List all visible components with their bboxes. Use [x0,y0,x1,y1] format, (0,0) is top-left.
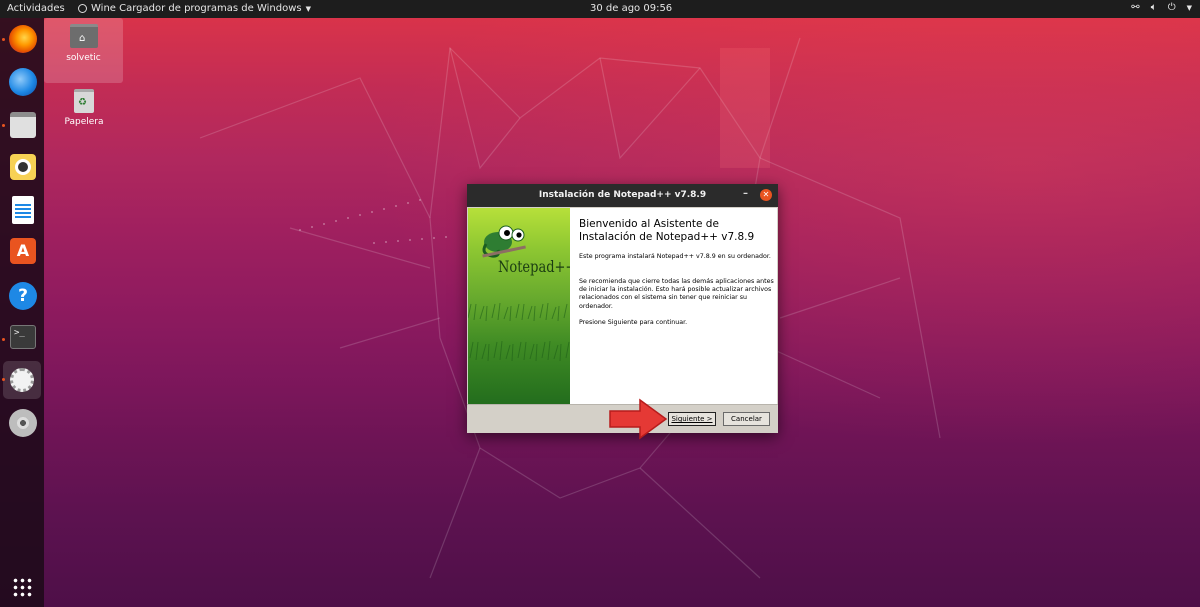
cancel-button[interactable]: Cancelar [723,412,770,426]
home-folder-icon: ⌂ [70,24,98,48]
files-icon[interactable] [10,112,36,138]
trash-desktop-icon[interactable]: ♻ Papelera [55,86,113,132]
running-indicator [2,378,5,381]
activities-button[interactable]: Actividades [7,3,65,14]
dock: A ? >_ [0,18,44,607]
home-folder-desktop-icon[interactable]: ⌂ solvetic [44,18,123,83]
grass-pattern [468,225,570,362]
trash-label: Papelera [64,117,104,127]
volume-icon[interactable]: 🔈︎ [1151,2,1157,13]
running-indicator [2,338,5,341]
software-icon[interactable]: A [10,238,36,264]
welcome-heading: Bienvenido al Asistente de Instalación d… [579,218,755,243]
terminal-icon[interactable]: >_ [10,325,36,349]
close-button[interactable]: ✕ [760,189,772,201]
top-bar: Actividades Wine Cargador de programas d… [0,0,1200,18]
next-button-label: Siguiente > [671,415,713,423]
gear-icon [78,4,87,13]
thunderbird-icon[interactable] [9,68,37,96]
installer-banner: Notepad++ [468,208,570,404]
trash-icon: ♻ [74,89,94,113]
recommendation-text: Se recomienda que cierre todas las demás… [579,278,774,310]
app-menu[interactable]: Wine Cargador de programas de Windows ▼ [78,3,311,14]
chevron-down-icon: ▼ [305,4,311,13]
disc-icon[interactable] [9,409,37,437]
home-folder-label: solvetic [66,53,101,63]
continue-text: Presione Siguiente para continuar. [579,319,688,326]
running-indicator [2,38,5,41]
dialog-title: Instalación de Notepad++ v7.8.9 [538,190,707,200]
annotation-arrow [609,398,668,440]
wine-dock-item[interactable] [3,361,41,399]
system-tray[interactable]: ⚯ 🔈︎ ⏻ ▼ [1131,2,1192,13]
running-indicator [2,124,5,127]
help-icon[interactable]: ? [9,282,37,310]
minimize-button[interactable]: – [743,188,748,199]
app-menu-label: Wine Cargador de programas de Windows [91,3,302,14]
power-icon[interactable]: ⏻ [1168,2,1176,13]
network-icon[interactable]: ⚯ [1131,2,1139,13]
intro-text: Este programa instalará Notepad++ v7.8.9… [579,253,771,260]
wine-icon [10,368,34,392]
next-button[interactable]: Siguiente > [668,412,716,426]
show-applications-icon[interactable] [12,577,32,597]
dialog-content: Bienvenido al Asistente de Instalación d… [570,208,777,404]
installer-dialog: Instalación de Notepad++ v7.8.9 – ✕ Note… [467,184,778,433]
chameleon-icon [482,225,526,258]
firefox-icon[interactable] [9,25,37,53]
writer-icon[interactable] [12,196,34,224]
chevron-down-icon[interactable]: ▼ [1187,4,1192,12]
clock[interactable]: 30 de ago 09:56 [590,3,672,14]
rhythmbox-icon[interactable] [10,154,36,180]
dialog-titlebar[interactable]: Instalación de Notepad++ v7.8.9 [467,184,778,207]
notepad-logo-text: Notepad++ [498,258,570,277]
